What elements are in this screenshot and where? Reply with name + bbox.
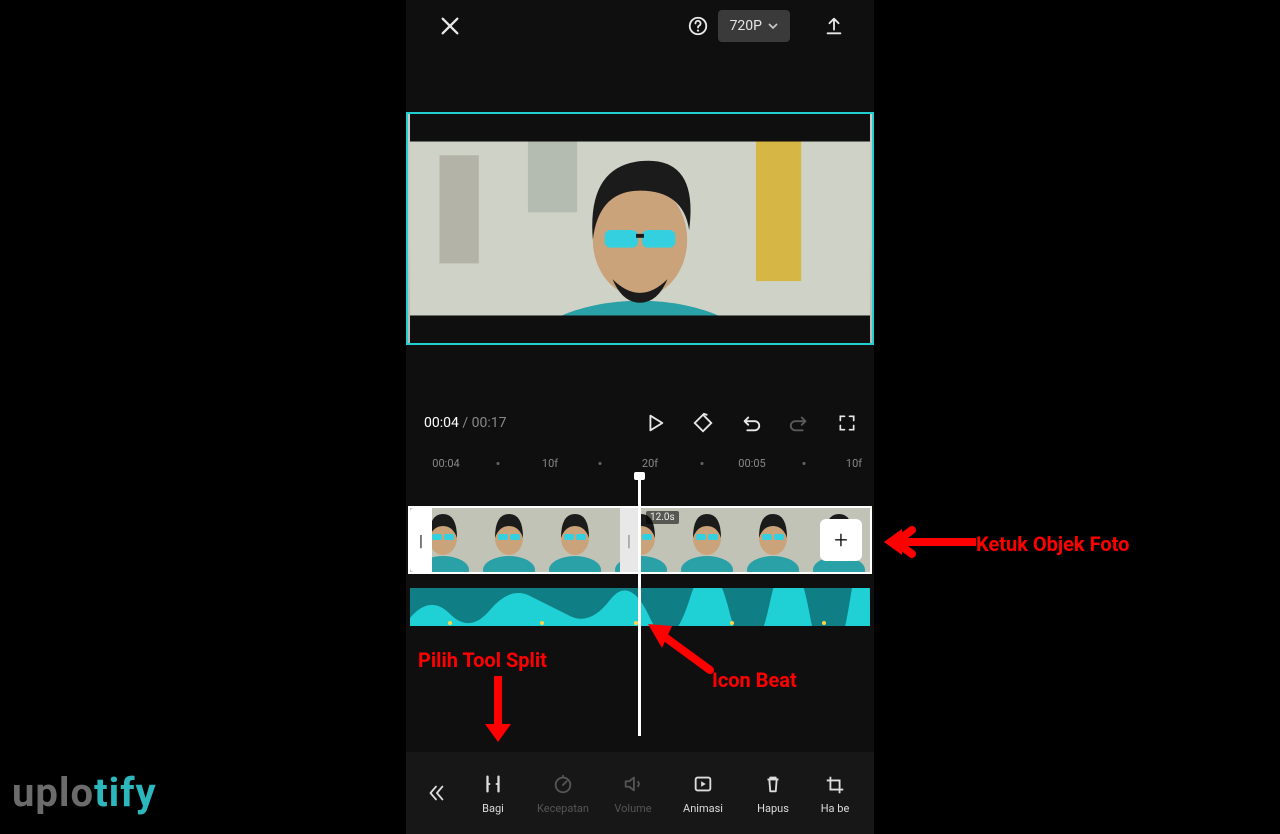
animation-icon xyxy=(691,772,715,796)
annotation-pick-split: Pilih Tool Split xyxy=(418,648,547,672)
playback-bar: 00:04 / 00:17 xyxy=(406,398,874,448)
handle-glyph: | xyxy=(419,531,423,550)
undo-icon xyxy=(740,412,762,434)
ruler-tick: 10f xyxy=(846,457,862,470)
watermark-part1: uplo xyxy=(12,769,94,816)
speed-icon xyxy=(551,772,575,796)
time-separator: / xyxy=(459,415,472,431)
bottom-toolbar: Bagi Kecepatan Volume Animasi Hapus xyxy=(406,752,874,834)
close-icon xyxy=(439,15,461,37)
split-icon xyxy=(481,772,505,796)
chevron-double-left-icon xyxy=(425,782,447,804)
keyframe-icon xyxy=(692,412,714,434)
undo-button[interactable] xyxy=(738,410,764,436)
watermark: uplotify xyxy=(12,769,157,816)
ruler-dot xyxy=(599,462,602,465)
delete-icon xyxy=(761,772,785,796)
tool-speed: Kecepatan xyxy=(530,762,596,824)
arrow-diagonal-icon xyxy=(644,622,714,678)
ruler-dot xyxy=(803,462,806,465)
chevron-down-icon xyxy=(768,23,778,29)
duration-time: 00:17 xyxy=(472,415,507,431)
clip-duration-badge: 12.0s xyxy=(646,511,679,524)
tool-label: Hapus xyxy=(757,802,789,815)
editor-app: 720P xyxy=(406,0,874,834)
clip-thumbnail xyxy=(542,508,608,572)
tool-label: Animasi xyxy=(683,802,723,815)
resolution-label: 720P xyxy=(730,18,762,34)
tool-label: Bagi xyxy=(482,802,504,815)
watermark-part2: tify xyxy=(94,769,157,816)
top-bar: 720P xyxy=(406,0,874,52)
export-icon xyxy=(823,15,845,37)
redo-icon xyxy=(788,412,810,434)
plus-icon: + xyxy=(834,526,848,554)
ruler-tick: 00:04 xyxy=(432,457,459,470)
clip-thumbnail xyxy=(740,508,806,572)
current-time: 00:04 xyxy=(424,415,459,431)
video-preview[interactable] xyxy=(406,112,874,345)
close-button[interactable] xyxy=(436,12,464,40)
clip-thumbnail xyxy=(674,508,740,572)
tool-animation[interactable]: Animasi xyxy=(670,762,736,824)
arrow-down-icon xyxy=(480,676,516,746)
add-media-button[interactable]: + xyxy=(820,519,862,561)
playhead[interactable] xyxy=(638,476,641,736)
tool-delete[interactable]: Hapus xyxy=(740,762,806,824)
redo-button xyxy=(786,410,812,436)
resolution-button[interactable]: 720P xyxy=(718,10,790,42)
fullscreen-button[interactable] xyxy=(834,410,860,436)
ruler-tick: 00:05 xyxy=(738,457,765,470)
volume-icon xyxy=(621,772,645,796)
ruler-dot xyxy=(497,462,500,465)
keyframe-button[interactable] xyxy=(690,410,716,436)
tool-label: Volume xyxy=(614,802,651,815)
help-icon xyxy=(687,15,709,37)
clip-transition-handle[interactable]: | xyxy=(620,508,638,572)
toolbar-back-button[interactable] xyxy=(416,773,456,813)
time-display: 00:04 / 00:17 xyxy=(424,415,506,431)
clip-thumbnail xyxy=(476,508,542,572)
ruler-dot xyxy=(701,462,704,465)
crop-icon xyxy=(823,773,847,797)
preview-illustration xyxy=(408,114,872,343)
play-icon xyxy=(644,412,666,434)
export-button[interactable] xyxy=(820,12,848,40)
annotation-tap-photo: Ketuk Objek Foto xyxy=(976,532,1129,556)
clip-handle-left[interactable]: | xyxy=(410,508,432,572)
annotation-icon-beat: Icon Beat xyxy=(712,668,797,692)
help-button[interactable] xyxy=(684,12,712,40)
tool-volume: Volume xyxy=(600,762,666,824)
tool-split[interactable]: Bagi xyxy=(460,762,526,824)
tool-label: Kecepatan xyxy=(537,802,589,815)
tool-label: Ha be xyxy=(821,803,850,814)
ruler-tick: 20f xyxy=(642,457,658,470)
handle-glyph: | xyxy=(627,531,631,550)
fullscreen-icon xyxy=(837,413,857,433)
tool-more[interactable]: Ha be xyxy=(810,762,860,824)
arrow-left-icon xyxy=(880,524,976,560)
play-button[interactable] xyxy=(642,410,668,436)
ruler-tick: 10f xyxy=(542,457,558,470)
